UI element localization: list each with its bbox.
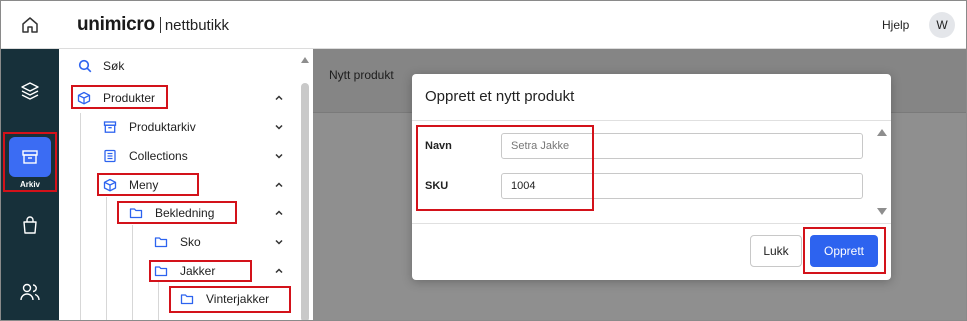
nav-item-label: Produktarkiv: [129, 120, 196, 134]
scroll-up-arrow-icon[interactable]: [301, 57, 309, 63]
dialog-scroll-down-icon[interactable]: [877, 208, 887, 215]
nav-scrollbar-thumb[interactable]: [301, 83, 309, 320]
dialog-footer-divider: [412, 223, 891, 224]
close-button[interactable]: Lukk: [750, 235, 802, 267]
logo-divider: [159, 17, 161, 33]
top-bar: unimicro nettbutikk Hjelp W: [1, 1, 966, 49]
layers-icon: [21, 82, 39, 100]
rail-item-shopping[interactable]: [1, 211, 59, 239]
name-field-label: Navn: [425, 140, 452, 152]
rail-item-layers[interactable]: [1, 77, 59, 105]
dialog-title: Opprett et nytt produkt: [425, 88, 575, 105]
list-icon: [104, 149, 116, 163]
nav-item-label: Søk: [103, 59, 125, 73]
search-icon: [78, 59, 92, 73]
nav-item-label: Sko: [180, 235, 201, 249]
nav-item-bekledning[interactable]: Bekledning: [59, 199, 299, 227]
nav-item-vinterjakker[interactable]: Vinterjakker: [59, 285, 299, 313]
nav-item-label: Vinterjakker: [206, 292, 270, 306]
brand-logo[interactable]: unimicro nettbutikk: [77, 14, 229, 36]
folder-icon: [154, 266, 168, 277]
nav-item-label: Collections: [129, 149, 188, 163]
chevron-up-icon[interactable]: [273, 92, 285, 104]
nav-item-label: Produkter: [103, 91, 156, 105]
chevron-up-icon[interactable]: [273, 207, 285, 219]
archive-icon: [103, 121, 117, 133]
chevron-down-icon[interactable]: [273, 236, 285, 248]
folder-icon: [129, 208, 143, 219]
chevron-down-icon[interactable]: [273, 150, 285, 162]
left-rail: Arkiv: [1, 49, 59, 320]
name-field[interactable]: [501, 133, 863, 159]
chevron-up-icon[interactable]: [273, 179, 285, 191]
dialog-divider: [412, 120, 891, 121]
sku-field-label: SKU: [425, 180, 449, 192]
nav-item-label: Jakker: [180, 264, 216, 278]
shopping-bag-icon: [23, 216, 37, 234]
help-link[interactable]: Hjelp: [882, 18, 909, 32]
logo-sub-text: nettbutikk: [164, 16, 230, 34]
dialog-scroll-up-icon[interactable]: [877, 129, 887, 136]
user-avatar[interactable]: W: [929, 12, 955, 38]
page-title: Nytt produkt: [329, 68, 394, 82]
nav-item-produkter[interactable]: Produkter: [59, 84, 299, 112]
logo-main-text: unimicro: [77, 14, 155, 35]
rail-item-archive[interactable]: [9, 137, 51, 177]
nav-item-collections[interactable]: Collections: [59, 142, 299, 170]
cube-icon: [77, 91, 91, 105]
create-button[interactable]: Opprett: [810, 235, 878, 267]
chevron-up-icon[interactable]: [273, 265, 285, 277]
archive-icon: [22, 150, 38, 164]
nav-item-label: Bekledning: [155, 206, 215, 220]
cube-icon: [103, 178, 117, 192]
nav-item-produktarkiv[interactable]: Produktarkiv: [59, 113, 299, 141]
nav-panel: Søk Produkter Produktarkiv Collections M…: [59, 49, 313, 320]
rail-item-archive-label: Arkiv: [19, 180, 40, 189]
folder-icon: [154, 237, 168, 248]
folder-icon: [180, 294, 194, 305]
nav-item-meny[interactable]: Meny: [59, 171, 299, 199]
nav-item-label: Meny: [129, 178, 159, 192]
home-icon: [22, 17, 38, 33]
app-window: unimicro nettbutikk Hjelp W Arkiv Søk Pr…: [0, 0, 967, 321]
home-button[interactable]: [1, 1, 59, 49]
users-icon: [20, 283, 40, 301]
nav-item-search[interactable]: Søk: [59, 52, 299, 80]
rail-item-users[interactable]: [1, 278, 59, 306]
nav-item-sko[interactable]: Sko: [59, 228, 299, 256]
nav-item-jakker[interactable]: Jakker: [59, 257, 299, 285]
sku-field[interactable]: [501, 173, 863, 199]
chevron-down-icon[interactable]: [273, 121, 285, 133]
